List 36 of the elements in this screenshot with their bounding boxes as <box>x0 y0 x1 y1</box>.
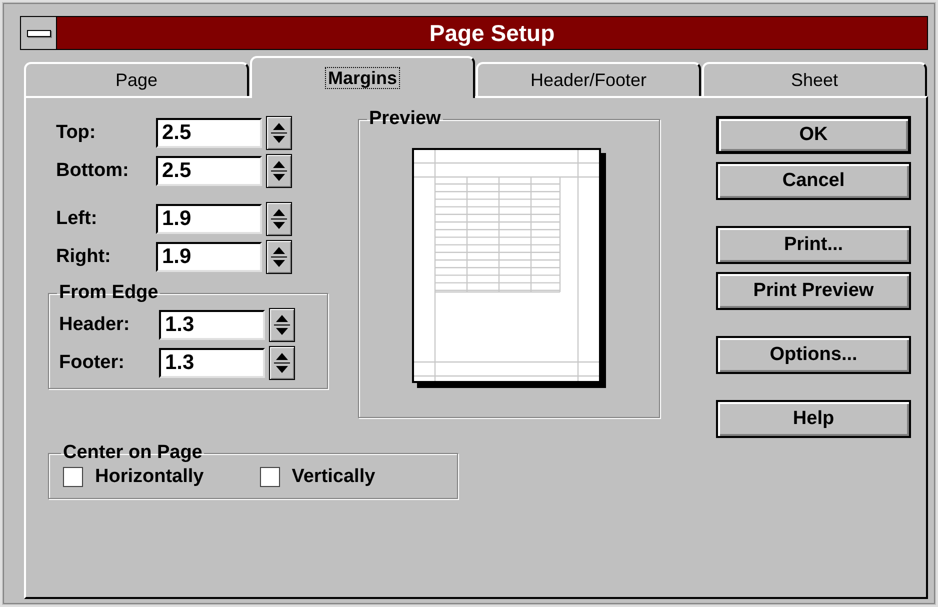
field-label: Left: <box>56 208 98 230</box>
spinner-button[interactable] <box>266 240 292 274</box>
input-field[interactable]: 2.5 <box>156 156 262 186</box>
tab[interactable]: Page <box>24 62 249 96</box>
field-label: Right: <box>56 246 112 268</box>
dialog-button[interactable]: Print Preview <box>716 272 911 310</box>
dialog-button[interactable]: OK <box>716 116 911 154</box>
checkbox[interactable] <box>63 467 83 487</box>
spinner-button[interactable] <box>266 116 292 150</box>
checkbox[interactable] <box>260 467 280 487</box>
field-label: Header: <box>59 314 131 336</box>
checkbox-label[interactable]: Horizontally <box>95 466 204 488</box>
group-title: From Edge <box>58 282 160 304</box>
tab[interactable]: Margins <box>250 56 475 98</box>
checkbox-label[interactable]: Vertically <box>292 466 376 488</box>
field-label: Top: <box>56 122 97 144</box>
dialog-button[interactable]: Print... <box>716 226 911 264</box>
dialog-button[interactable]: Options... <box>716 336 911 374</box>
tab[interactable]: Sheet <box>702 62 927 96</box>
spinner-button[interactable] <box>266 202 292 236</box>
dialog-button[interactable]: Cancel <box>716 162 911 200</box>
input-field[interactable]: 1.9 <box>156 204 262 234</box>
input-field[interactable]: 1.3 <box>159 348 265 378</box>
field-label: Footer: <box>59 352 126 374</box>
spinner-button[interactable] <box>269 346 295 380</box>
group-title: Center on Page <box>62 442 204 464</box>
input-field[interactable]: 1.3 <box>159 310 265 340</box>
input-field[interactable]: 2.5 <box>156 118 262 148</box>
field-label: Bottom: <box>56 160 130 182</box>
group-title: Preview <box>368 108 442 130</box>
window-title: Page Setup <box>57 17 927 49</box>
spinner-button[interactable] <box>266 154 292 188</box>
dialog-button[interactable]: Help <box>716 400 911 438</box>
input-field[interactable]: 1.9 <box>156 242 262 272</box>
spinner-button[interactable] <box>269 308 295 342</box>
tab[interactable]: Header/Footer <box>476 62 701 96</box>
